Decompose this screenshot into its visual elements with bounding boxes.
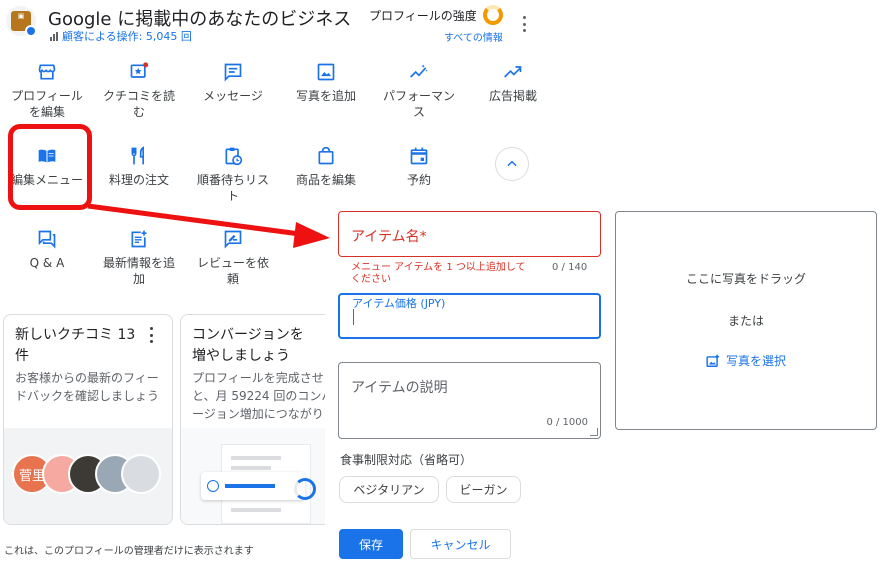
drag-photo-text: ここに写真をドラッグ bbox=[685, 272, 806, 286]
item-price-input[interactable]: アイテム価格 (JPY) bbox=[338, 293, 601, 339]
waitlist-icon bbox=[225, 147, 243, 166]
conversion-card[interactable]: コンバージョンを 増やしましょう プロフィールを完成させ と、月 59224 回… bbox=[180, 314, 325, 525]
action-reservation[interactable]: 予約 bbox=[376, 146, 462, 188]
card-description: プロフィールを完成させ と、月 59224 回のコンバ ージョン増加につながり bbox=[192, 371, 325, 421]
review-icon bbox=[130, 62, 149, 78]
action-label: 写真を追加 bbox=[295, 89, 356, 103]
shopping-bag-icon bbox=[318, 146, 334, 165]
action-add-update[interactable]: 最新情報を追 加 bbox=[96, 229, 182, 287]
action-label: 順番待ちリス ト bbox=[196, 173, 269, 203]
new-reviews-card[interactable]: 新しいクチコミ 13 件 お客様からの最新のフィー ドバックを確認しましょう 菅… bbox=[3, 314, 173, 525]
save-button[interactable]: 保存 bbox=[339, 529, 403, 559]
action-ads[interactable]: 広告掲載 bbox=[470, 62, 556, 104]
customer-actions-text: 顧客による操作: 5,045 回 bbox=[62, 30, 192, 43]
all-info-link[interactable]: すべての情報 bbox=[444, 29, 503, 44]
action-label: プロフィール を編集 bbox=[11, 89, 83, 119]
trending-icon bbox=[504, 66, 522, 78]
action-label: レビューを依 頼 bbox=[196, 256, 269, 286]
action-label: Q & A bbox=[29, 256, 65, 270]
store-icon bbox=[38, 64, 56, 80]
performance-icon bbox=[410, 64, 428, 78]
action-label: パフォーマン ス bbox=[382, 89, 455, 119]
action-qa[interactable]: Q & A bbox=[4, 229, 90, 271]
text-cursor bbox=[353, 309, 354, 325]
chip-vegan[interactable]: ビーガン bbox=[446, 476, 521, 503]
action-label: クチコミを読 む bbox=[102, 89, 175, 119]
rate-review-icon bbox=[224, 230, 242, 249]
qa-icon bbox=[38, 230, 56, 249]
item-name-placeholder: アイテム名* bbox=[351, 229, 427, 245]
cancel-button[interactable]: キャンセル bbox=[410, 529, 511, 559]
item-description-counter: 0 / 1000 bbox=[546, 417, 588, 428]
action-waitlist[interactable]: 順番待ちリス ト bbox=[190, 146, 276, 204]
card-title: 新しいクチコミ 13 件 bbox=[15, 327, 136, 364]
profile-strength-label: プロフィールの強度 bbox=[369, 9, 477, 23]
action-label: 予約 bbox=[406, 173, 431, 187]
add-photo-icon bbox=[706, 354, 720, 367]
action-messages[interactable]: メッセージ bbox=[190, 62, 276, 104]
reviewer-avatars: 菅里 bbox=[4, 428, 172, 524]
resize-handle-icon[interactable] bbox=[590, 428, 598, 436]
verified-badge-icon bbox=[25, 25, 37, 37]
or-text: または bbox=[727, 314, 764, 328]
card-title: コンバージョンを 増やしましょう bbox=[192, 327, 304, 364]
action-add-photo[interactable]: 写真を追加 bbox=[283, 62, 369, 104]
avatar bbox=[121, 454, 161, 494]
action-read-reviews[interactable]: クチコミを読 む bbox=[96, 62, 182, 120]
action-food-order[interactable]: 料理の注文 bbox=[96, 146, 182, 188]
photo-icon bbox=[317, 63, 335, 81]
restaurant-icon bbox=[131, 146, 144, 165]
profile-strength-ring-icon[interactable] bbox=[483, 5, 503, 25]
admin-only-note: これは、このプロフィールの管理者だけに表示されます bbox=[4, 546, 254, 557]
customer-actions-link[interactable]: 顧客による操作: 5,045 回 bbox=[50, 28, 192, 44]
annotation-highlight-box bbox=[8, 124, 92, 210]
select-photo-button[interactable]: 写真を選択 bbox=[616, 352, 876, 369]
bar-chart-icon bbox=[50, 31, 58, 41]
action-edit-products[interactable]: 商品を編集 bbox=[283, 146, 369, 188]
chip-vegetarian[interactable]: ベジタリアン bbox=[339, 476, 439, 503]
action-label: 料理の注文 bbox=[108, 173, 169, 187]
message-icon bbox=[224, 63, 242, 82]
conversion-illustration bbox=[181, 428, 325, 524]
card-description: お客様からの最新のフィー ドバックを確認しましょう bbox=[15, 371, 160, 403]
chevron-up-icon bbox=[507, 160, 517, 167]
photo-drop-zone[interactable]: ここに写真をドラッグ または 写真を選択 bbox=[615, 211, 877, 430]
action-request-review[interactable]: レビューを依 頼 bbox=[190, 229, 276, 287]
post-add-icon bbox=[131, 230, 147, 248]
action-label: 商品を編集 bbox=[295, 173, 356, 187]
action-label: 広告掲載 bbox=[488, 89, 537, 103]
action-performance[interactable]: パフォーマン ス bbox=[376, 62, 462, 120]
action-edit-profile[interactable]: プロフィール を編集 bbox=[4, 62, 90, 120]
action-label: メッセージ bbox=[203, 89, 263, 103]
calendar-icon bbox=[410, 147, 428, 165]
more-options-icon[interactable] bbox=[519, 16, 529, 32]
item-name-input[interactable]: アイテム名* bbox=[338, 211, 601, 257]
action-label: 最新情報を追 加 bbox=[102, 256, 175, 286]
item-name-counter: 0 / 140 bbox=[552, 262, 588, 273]
item-description-placeholder: アイテムの説明 bbox=[351, 380, 448, 396]
select-photo-label: 写真を選択 bbox=[725, 354, 786, 368]
business-logo: ▣ bbox=[6, 6, 37, 37]
item-description-input[interactable]: アイテムの説明 0 / 1000 bbox=[338, 362, 601, 439]
item-price-label: アイテム価格 (JPY) bbox=[352, 297, 446, 310]
diet-restrictions-label: 食事制限対応（省略可） bbox=[340, 453, 473, 467]
item-name-error: メニュー アイテムを 1 つ以上追加して ください bbox=[351, 262, 526, 285]
collapse-actions-button[interactable] bbox=[495, 147, 529, 181]
card-more-icon[interactable] bbox=[148, 327, 154, 343]
